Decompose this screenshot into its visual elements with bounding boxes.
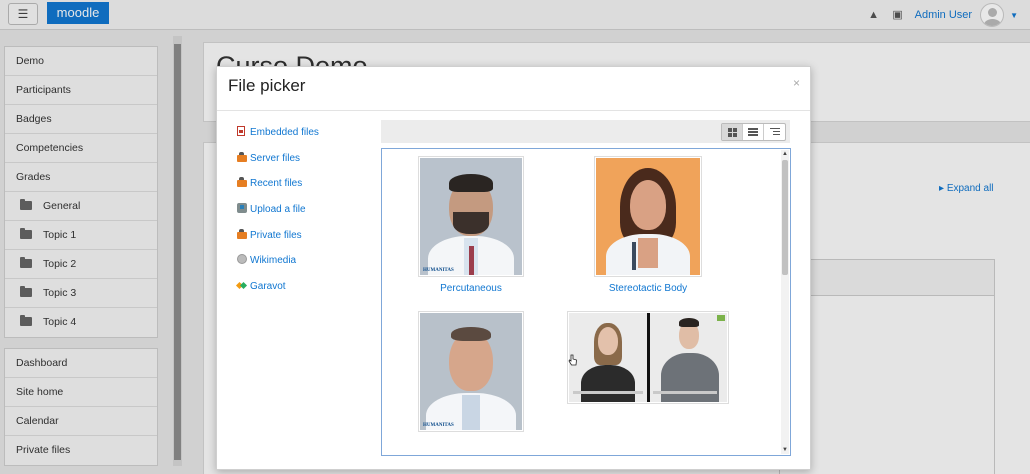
file-name: Percutaneous	[440, 283, 502, 294]
repository-label: Garavot	[250, 281, 286, 293]
file-tile[interactable]: HUMANITAS Percutaneous	[418, 156, 524, 294]
dialog-header: File picker ×	[217, 67, 810, 111]
dialog-title: File picker	[228, 76, 306, 95]
tree-view-button[interactable]	[764, 124, 785, 140]
private-files-icon	[237, 228, 247, 239]
file-area-scrollbar[interactable]: ▲ ▼	[781, 150, 789, 454]
repository-list: Embedded files Server files Recent files Up…	[237, 124, 377, 304]
server-files-icon	[237, 151, 247, 162]
close-icon[interactable]: ×	[793, 76, 800, 90]
file-name: Stereotactic Body	[608, 283, 688, 294]
file-watermark: HUMANITAS	[423, 423, 454, 428]
file-tile[interactable]	[567, 311, 729, 410]
repository-item[interactable]: Wikimedia	[237, 252, 377, 278]
file-tile[interactable]: Stereotactic Body	[594, 156, 702, 294]
file-thumbnail[interactable]: HUMANITAS	[418, 156, 524, 277]
embedded-files-icon	[237, 126, 245, 136]
file-watermark: HUMANITAS	[423, 268, 454, 273]
repository-label: Embedded files	[250, 127, 319, 138]
hand-cursor-icon	[568, 354, 577, 366]
file-thumbnail[interactable]	[567, 311, 729, 404]
file-picker-dialog: File picker × Embedded files Server files…	[216, 66, 811, 470]
file-thumbnail[interactable]: HUMANITAS	[418, 311, 524, 432]
grid-view-icon	[727, 127, 737, 137]
repository-label: Wikimedia	[250, 255, 297, 267]
grid-view-button[interactable]	[722, 124, 743, 140]
repository-label: Private files	[250, 229, 302, 241]
file-thumbnail[interactable]	[594, 156, 702, 277]
upload-icon	[237, 203, 247, 214]
repository-item[interactable]: Recent files	[237, 175, 377, 201]
file-tile[interactable]: HUMANITAS	[418, 311, 524, 438]
repository-label: Server files	[250, 152, 301, 164]
wikimedia-icon	[237, 254, 247, 265]
scroll-down-icon[interactable]: ▼	[782, 447, 788, 453]
repository-item[interactable]: Private files	[237, 227, 377, 253]
repository-label: Recent files	[250, 178, 303, 190]
repository-item[interactable]: Embedded files	[237, 124, 377, 150]
file-grid: HUMANITAS Percutaneous Stereotactic Body	[381, 148, 791, 456]
tree-view-icon	[769, 128, 780, 136]
repository-label: Upload a file	[250, 204, 306, 216]
repository-item[interactable]: Garavot	[237, 278, 377, 304]
scroll-up-icon[interactable]: ▲	[782, 151, 788, 157]
repository-item[interactable]: Upload a file	[237, 201, 377, 227]
list-view-icon	[748, 128, 758, 136]
garavot-icon	[237, 280, 247, 290]
recent-files-icon	[237, 177, 247, 188]
list-view-button[interactable]	[743, 124, 764, 140]
view-mode-group	[721, 123, 786, 141]
file-toolbar	[381, 120, 790, 143]
repository-item[interactable]: Server files	[237, 150, 377, 176]
